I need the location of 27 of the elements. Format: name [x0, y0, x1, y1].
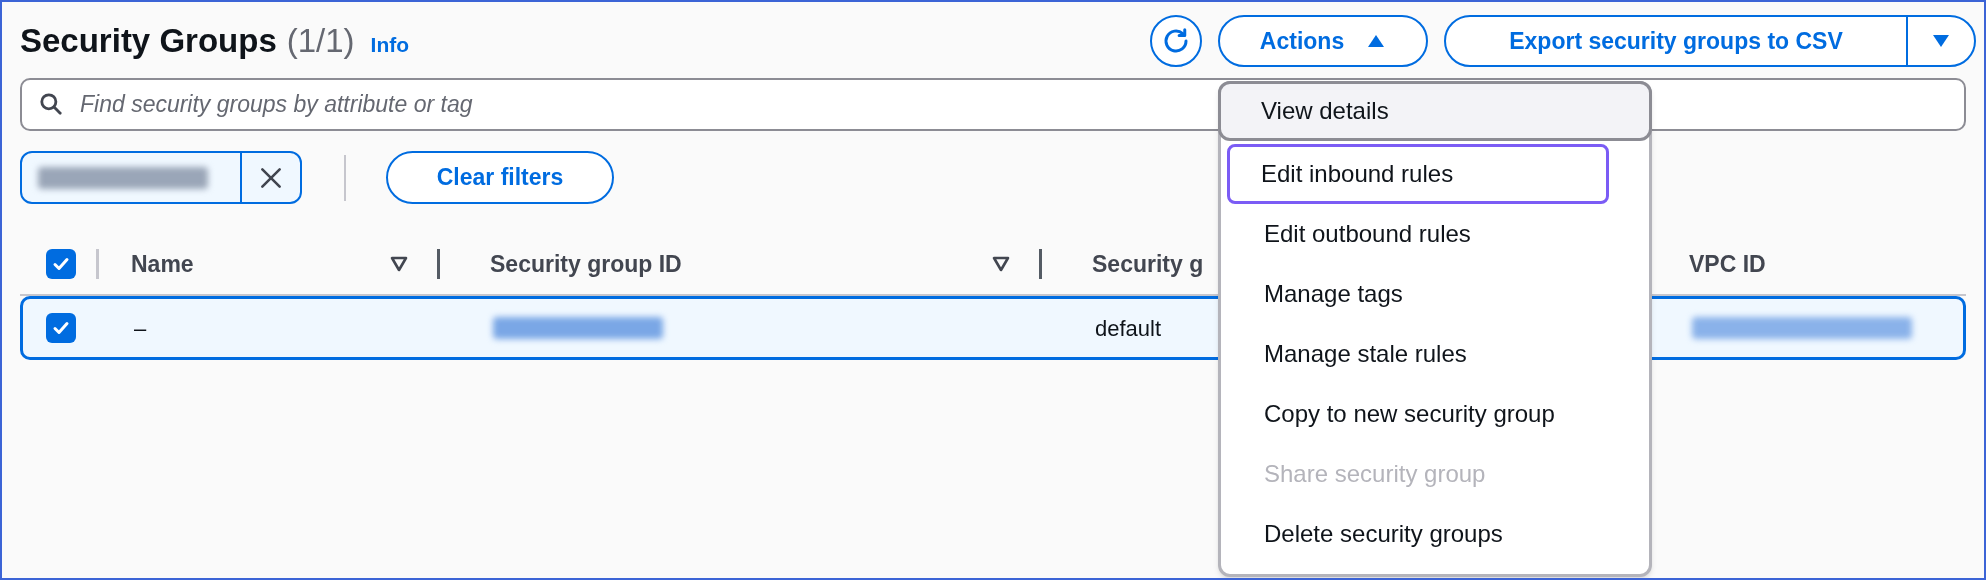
search-icon [38, 91, 64, 117]
column-header: Security g [1092, 249, 1204, 279]
table-cell: default [1095, 315, 1162, 341]
caret-down-icon [1931, 33, 1951, 49]
export-split-button[interactable]: Export security groups to CSV [1444, 15, 1976, 67]
page-title: Security Groups [20, 21, 277, 62]
export-button[interactable]: Export security groups to CSV [1446, 17, 1908, 65]
column-header: VPC ID [1689, 249, 1766, 279]
refresh-button[interactable] [1150, 15, 1202, 67]
table-cell: – [134, 315, 147, 341]
caret-up-icon [1366, 33, 1387, 49]
menu-item[interactable]: Edit outbound rules [1221, 204, 1649, 264]
menu-item[interactable]: View details [1218, 81, 1652, 141]
clear-filters-button[interactable]: Clear filters [386, 151, 614, 204]
sort-icon[interactable] [389, 255, 409, 273]
menu-item[interactable]: Edit inbound rules [1227, 144, 1609, 204]
checkbox[interactable] [46, 249, 76, 279]
checkbox[interactable] [46, 313, 76, 343]
info-link[interactable]: Info [370, 29, 410, 61]
menu-item[interactable]: Copy to new security group [1221, 384, 1649, 444]
selection-count: (1/1) [286, 21, 355, 62]
column-header[interactable]: Name [131, 246, 409, 282]
column-header[interactable]: Security group ID [490, 246, 1011, 282]
filter-token[interactable] [20, 151, 302, 204]
actions-button[interactable]: Actions [1218, 15, 1428, 67]
menu-item[interactable]: Delete security groups [1221, 504, 1649, 564]
sort-icon[interactable] [991, 255, 1011, 273]
